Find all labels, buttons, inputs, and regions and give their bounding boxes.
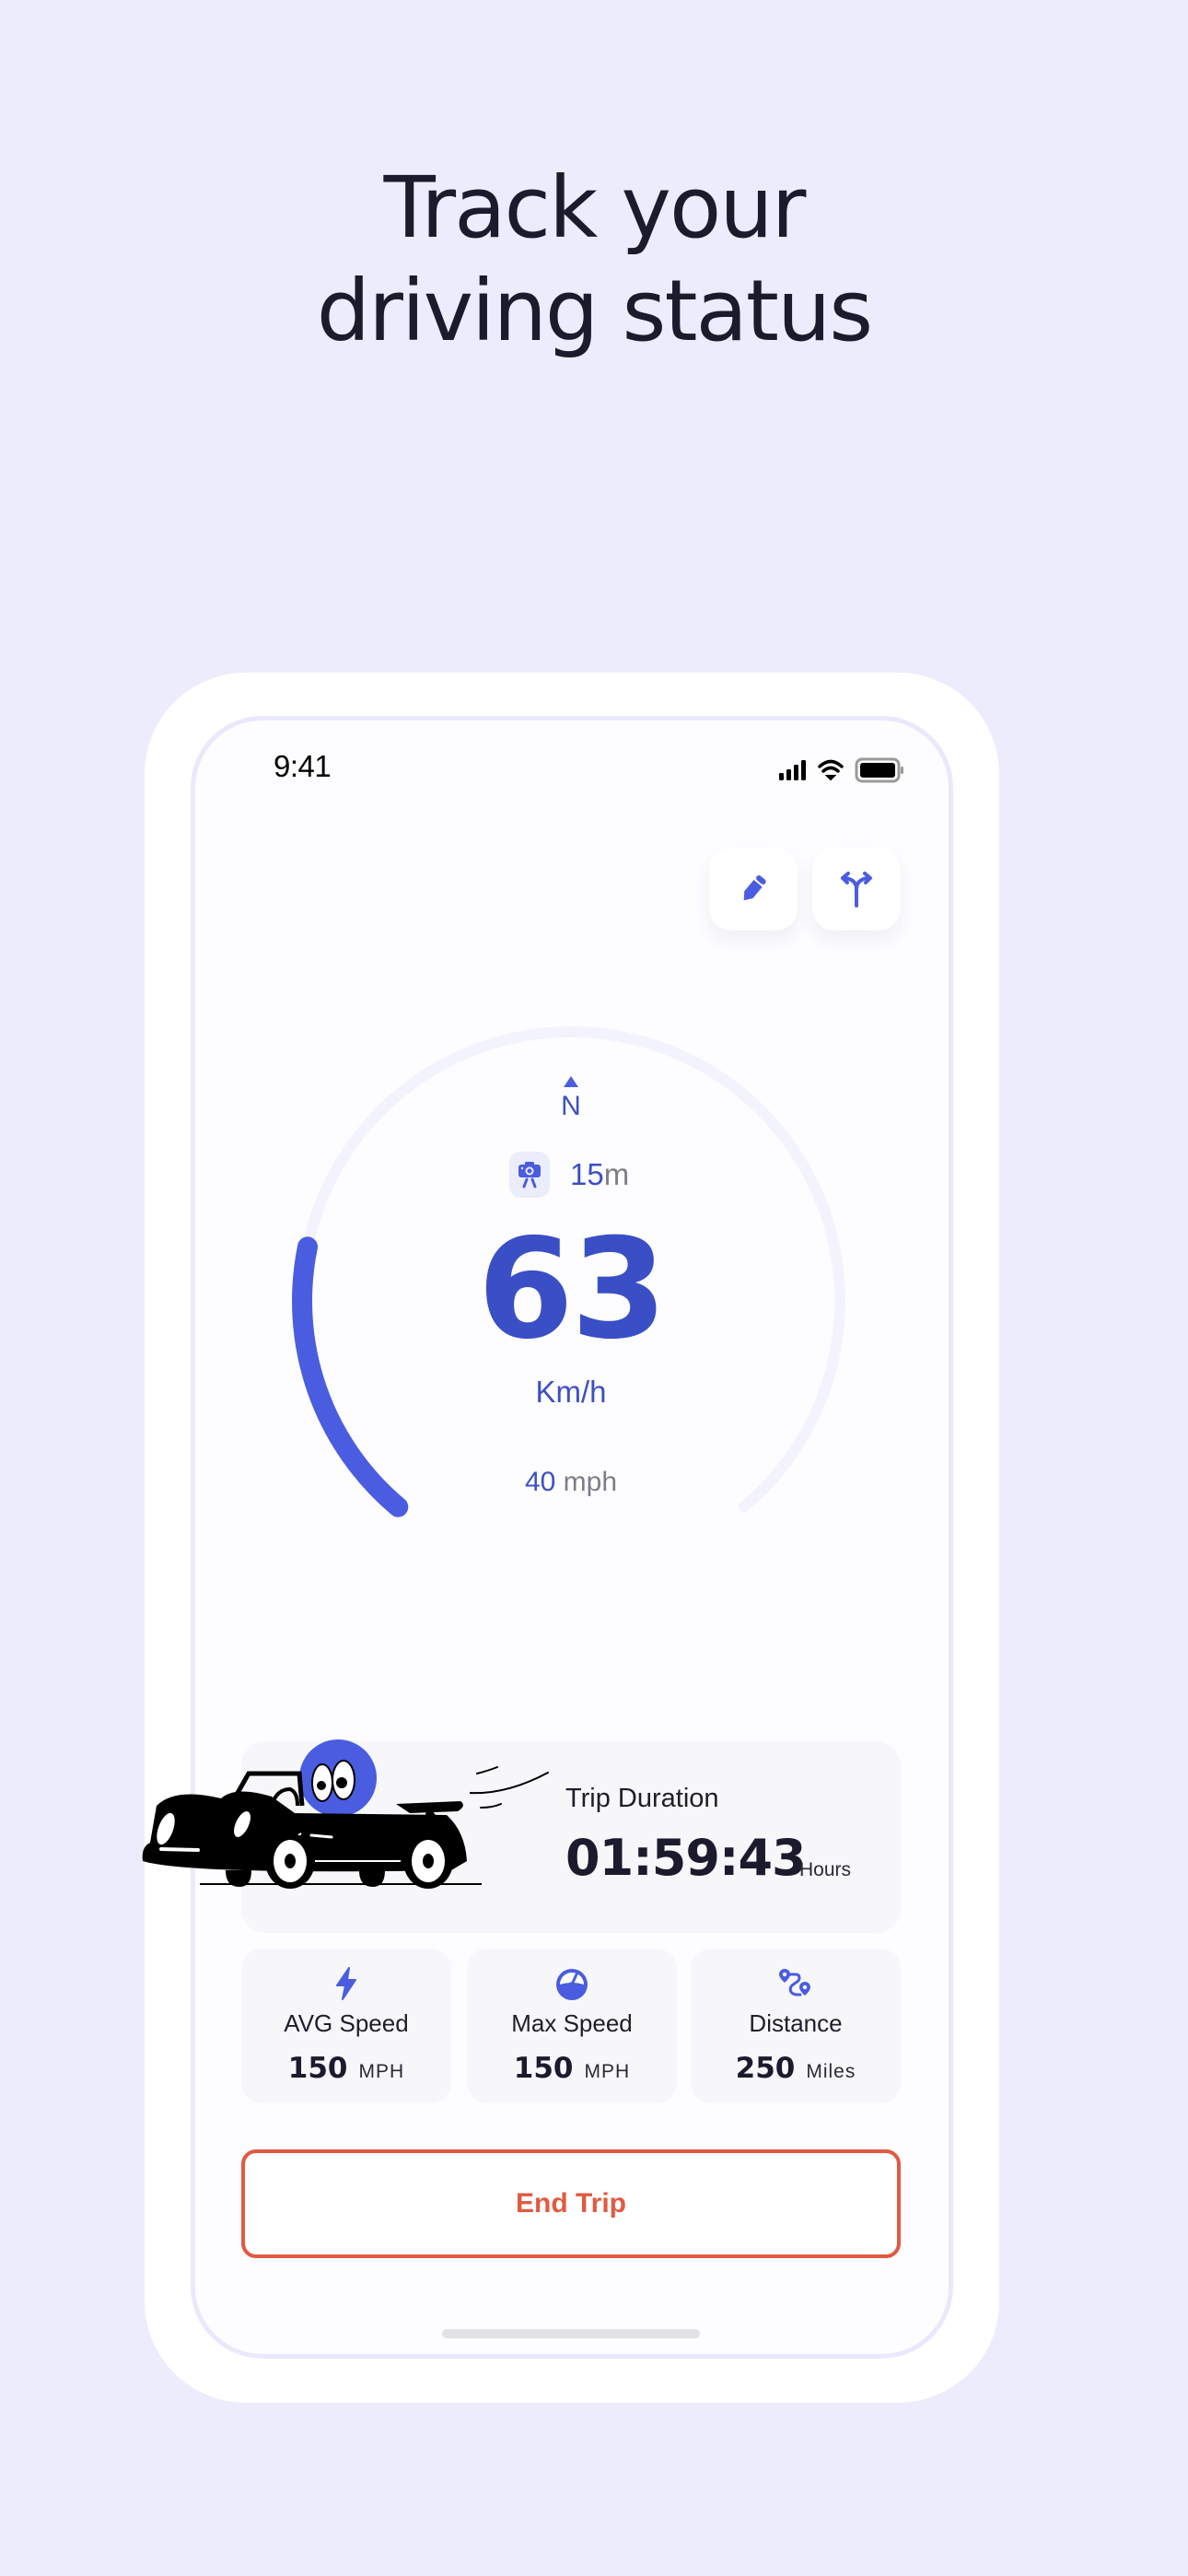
speed-camera-badge [509, 1152, 550, 1198]
pencil-icon [743, 875, 766, 901]
compass-arrow-icon [564, 1076, 578, 1087]
car-illustration [142, 1739, 482, 1889]
status-icons [779, 757, 903, 783]
alt-speed: 40 mph [460, 1467, 681, 1498]
stat-value: 250 Miles [691, 2052, 901, 2085]
car-wheel-front [265, 1833, 315, 1889]
stat-unit: MPH [358, 2061, 405, 2082]
stat-value: 150 MPH [467, 2052, 677, 2085]
stat-card-distance: Distance 250 Miles [691, 1949, 901, 2103]
wifi-icon [818, 759, 844, 781]
camera-distance-value: 15 [570, 1157, 604, 1191]
phone-screen [191, 716, 953, 2359]
route-options-button[interactable] [812, 848, 901, 931]
trip-duration-value: 01:59:43 [565, 1829, 807, 1887]
speed-camera-distance: 15m [570, 1157, 629, 1192]
stat-number: 150 [287, 2052, 348, 2085]
stat-label: Max Speed [511, 2009, 633, 2037]
speed-camera-icon [518, 1162, 541, 1188]
speed-unit: Km/h [535, 1375, 607, 1409]
headline-line-1: Track your [383, 158, 807, 257]
stat-value: 150 MPH [241, 2052, 451, 2085]
battery-icon [855, 757, 903, 783]
camera-distance-unit: m [603, 1157, 630, 1191]
alt-speed-unit: mph [563, 1467, 618, 1497]
edit-button[interactable] [709, 848, 798, 931]
home-indicator[interactable] [442, 2329, 700, 2338]
trip-duration-unit: Hours [799, 1859, 852, 1880]
stat-unit: Miles [806, 2061, 856, 2082]
motion-lines-icon [470, 1766, 549, 1809]
route-pins-icon [779, 1969, 810, 1996]
stat-card-max-speed: Max Speed 150 MPH [467, 1949, 677, 2103]
end-trip-button[interactable]: End Trip [241, 2149, 901, 2258]
headline-line-2: driving status [316, 262, 873, 360]
car-wheel-rear [403, 1833, 453, 1889]
cellular-signal-icon [779, 760, 806, 780]
alt-speed-value: 40 [524, 1467, 556, 1497]
stat-number: 150 [513, 2052, 574, 2085]
speedometer-icon [556, 1969, 588, 2000]
gauge-fill [292, 1236, 409, 1517]
stat-number: 250 [735, 2052, 796, 2085]
stat-label: Distance [749, 2009, 843, 2037]
trip-duration-label: Trip Duration [565, 1784, 719, 1813]
lightning-icon [336, 1967, 356, 2000]
stat-label: AVG Speed [284, 2009, 409, 2037]
stat-card-avg-speed: AVG Speed 150 MPH [241, 1949, 451, 2103]
marketing-headline: Track your driving status [0, 157, 1188, 363]
compass-heading: N [561, 1091, 581, 1121]
stat-unit: MPH [584, 2061, 631, 2082]
current-speed: 63 [477, 1210, 668, 1370]
status-time: 9:41 [274, 749, 332, 783]
split-route-icon [841, 872, 872, 907]
